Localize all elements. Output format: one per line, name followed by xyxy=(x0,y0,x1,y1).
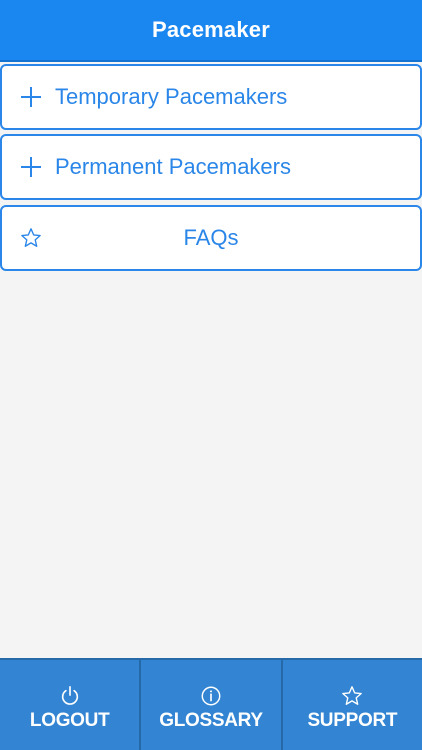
menu-item-label: Permanent Pacemakers xyxy=(55,154,291,179)
menu-item-permanent-pacemakers[interactable]: Permanent Pacemakers xyxy=(0,134,422,200)
star-icon xyxy=(340,684,364,708)
menu-item-faqs[interactable]: FAQs xyxy=(0,205,422,271)
tab-label: GLOSSARY xyxy=(159,710,263,731)
info-icon xyxy=(199,684,223,708)
menu-item-label: Temporary Pacemakers xyxy=(55,84,288,109)
tab-glossary[interactable]: GLOSSARY xyxy=(139,660,280,750)
plus-icon xyxy=(16,152,46,182)
tab-support[interactable]: SUPPORT xyxy=(280,660,422,750)
menu-item-temporary-pacemakers[interactable]: Temporary Pacemakers xyxy=(0,64,422,130)
tab-label: LOGOUT xyxy=(29,710,110,731)
app-header: Pacemaker xyxy=(0,0,422,62)
menu-item-label: FAQs xyxy=(183,225,239,250)
plus-icon xyxy=(16,82,46,112)
page-title: Pacemaker xyxy=(151,17,270,42)
power-icon xyxy=(58,684,82,708)
tab-label: SUPPORT xyxy=(307,710,398,731)
tab-logout[interactable]: LOGOUT xyxy=(0,660,139,750)
bottom-tab-bar: LOGOUT GLOSSARY SUPPORT xyxy=(0,658,422,750)
